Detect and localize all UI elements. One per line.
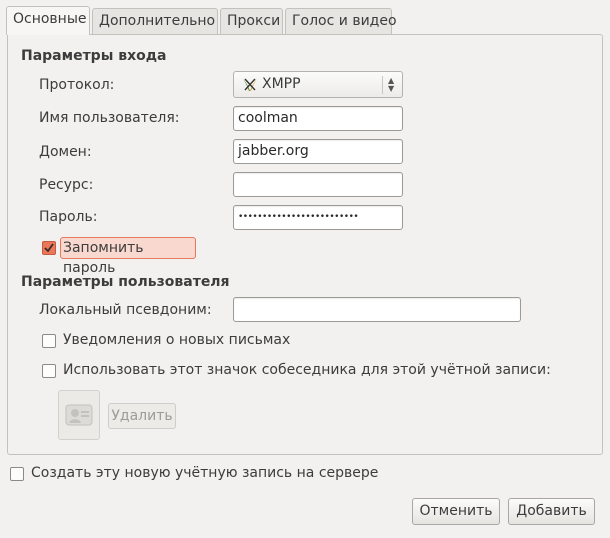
domain-label: Домен: <box>39 144 92 160</box>
xmpp-icon <box>242 77 258 93</box>
tab-proxy[interactable]: Прокси <box>220 8 283 34</box>
checkmark-icon <box>44 243 54 253</box>
alias-label: Локальный псевдоним: <box>39 302 212 318</box>
protocol-combo[interactable]: XMPP ▲ ▼ <box>233 71 403 98</box>
mail-notify-label[interactable]: Уведомления о новых письмах <box>63 332 290 348</box>
protocol-value: XMPP <box>262 76 301 92</box>
username-label: Имя пользователя: <box>39 110 180 126</box>
combo-divider <box>382 76 383 94</box>
resource-label: Ресурс: <box>39 177 94 193</box>
login-section-title: Параметры входа <box>21 48 167 64</box>
resource-field[interactable] <box>233 172 403 197</box>
buddy-icon-label[interactable]: Использовать этот значок собеседника для… <box>63 362 551 378</box>
tab-advanced[interactable]: Дополнительно <box>92 8 218 34</box>
domain-field[interactable]: jabber.org <box>233 139 403 164</box>
tab-basic[interactable]: Основные <box>6 6 90 35</box>
add-button[interactable]: Добавить <box>508 498 595 525</box>
buddy-icon-button[interactable] <box>58 390 100 440</box>
register-label[interactable]: Создать эту новую учётную запись на серв… <box>31 465 378 481</box>
protocol-label: Протокол: <box>39 77 115 93</box>
mail-notify-checkbox[interactable] <box>42 334 56 348</box>
password-label: Пароль: <box>39 209 98 225</box>
buddy-icon-checkbox[interactable] <box>42 364 56 378</box>
register-checkbox[interactable] <box>10 467 24 481</box>
password-field[interactable]: ••••••••••••••••••••••••• <box>233 205 403 230</box>
tab-voice-video[interactable]: Голос и видео <box>285 8 397 34</box>
avatar-placeholder-icon <box>65 404 93 426</box>
spin-arrows-icon: ▲ ▼ <box>388 76 395 93</box>
username-field[interactable]: coolman <box>233 106 403 131</box>
user-section-title: Параметры пользователя <box>21 274 230 290</box>
remember-password-checkbox[interactable] <box>42 241 56 255</box>
remember-password-row[interactable]: Запомнить пароль <box>39 237 196 276</box>
alias-field[interactable] <box>233 297 521 322</box>
remove-icon-button[interactable]: Удалить <box>108 403 176 429</box>
remember-password-label-box: Запомнить пароль <box>60 237 196 276</box>
cancel-button[interactable]: Отменить <box>412 498 500 525</box>
